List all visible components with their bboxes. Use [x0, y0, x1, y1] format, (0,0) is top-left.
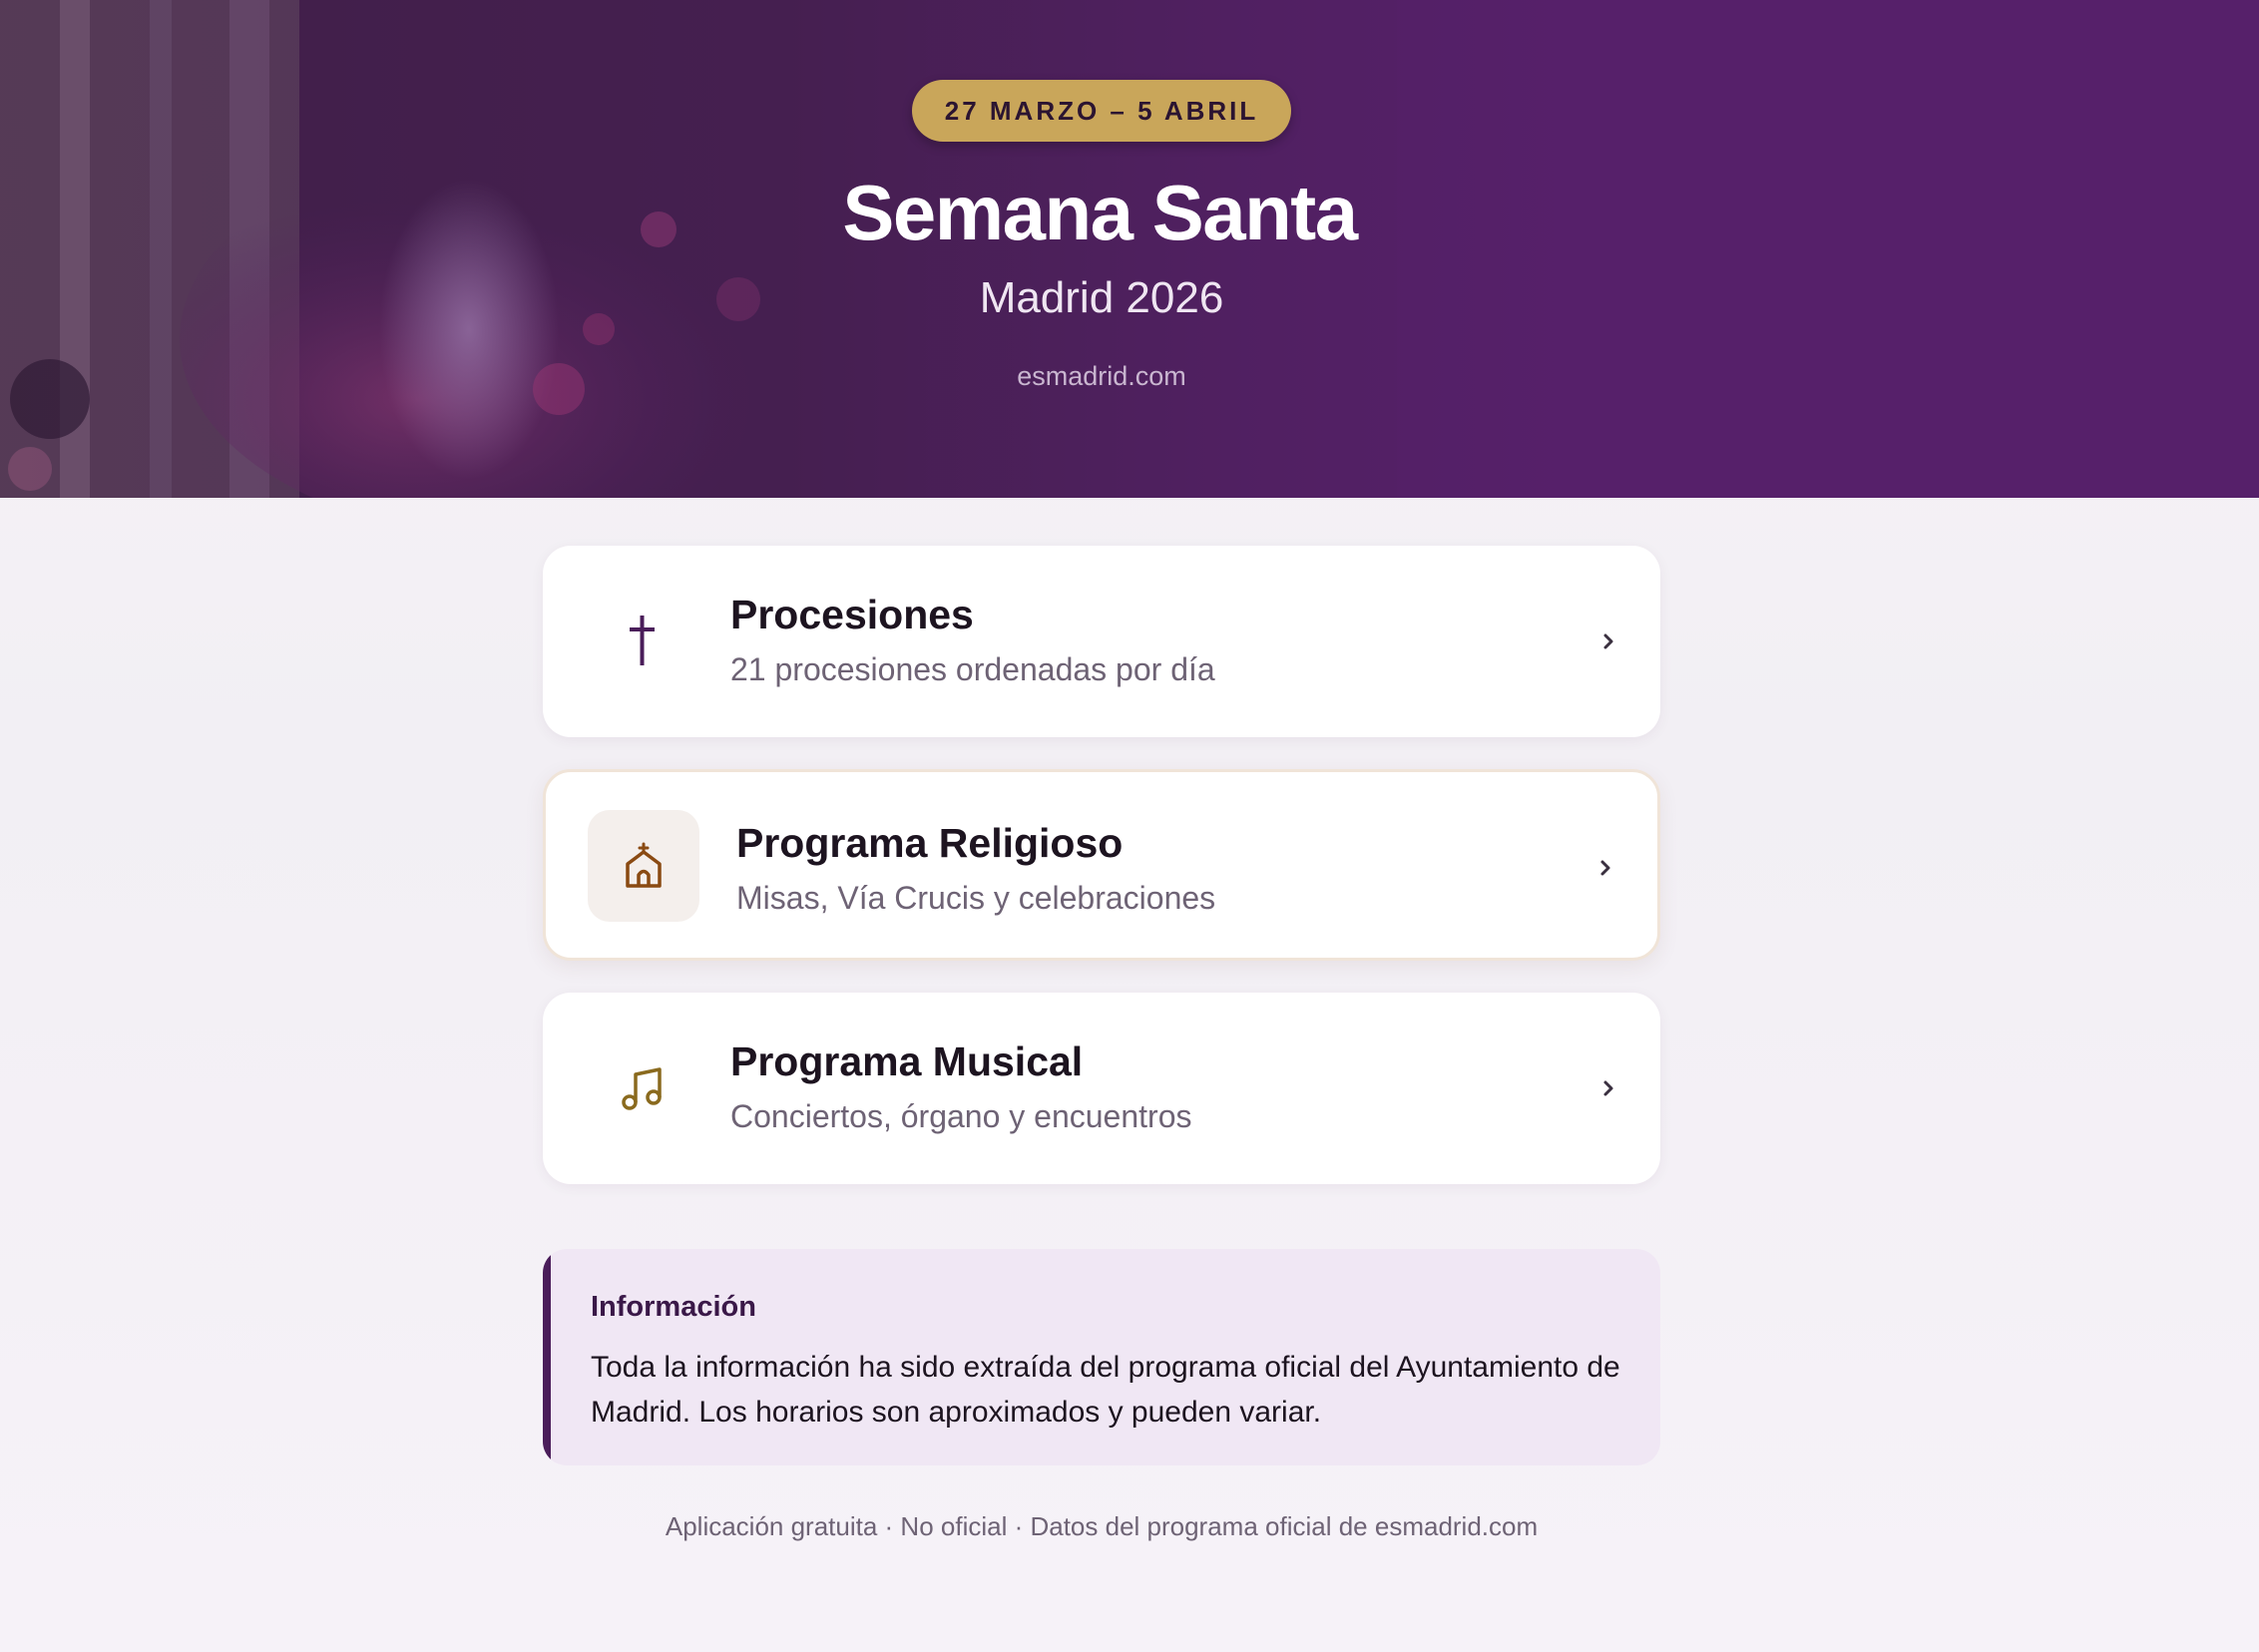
music-note-icon: [587, 1032, 698, 1144]
church-icon: [588, 810, 699, 922]
page-title: Semana Santa: [842, 169, 1358, 256]
card-programa-musical[interactable]: Programa Musical Conciertos, órgano y en…: [543, 993, 1660, 1184]
info-title: Información: [591, 1291, 756, 1323]
chevron-right-icon: [1594, 627, 1622, 655]
card-description: Misas, Vía Crucis y celebraciones: [736, 880, 1216, 916]
footer-text: Aplicación gratuita · No oficial · Datos…: [665, 1511, 1539, 1541]
hero-content: 27 MARZO – 5 ABRIL Semana Santa Madrid 2…: [0, 0, 2259, 498]
card-title: Procesiones: [730, 592, 974, 637]
info-accent-bar: [543, 1249, 551, 1465]
card-description: Conciertos, órgano y encuentros: [730, 1098, 1192, 1134]
card-procesiones[interactable]: Procesiones 21 procesiones ordenadas por…: [543, 546, 1660, 737]
cross-icon: [587, 586, 698, 697]
hero-banner: 27 MARZO – 5 ABRIL Semana Santa Madrid 2…: [0, 0, 2259, 498]
site-label: esmadrid.com: [1017, 361, 1186, 391]
info-box: Información Toda la información ha sido …: [543, 1249, 1660, 1465]
info-text: Toda la información ha sido extraída del…: [591, 1351, 1620, 1429]
card-title: Programa Musical: [730, 1038, 1084, 1084]
chevron-right-icon: [1594, 1074, 1622, 1102]
date-range-badge: 27 MARZO – 5 ABRIL: [912, 80, 1291, 142]
card-title: Programa Religioso: [736, 820, 1124, 866]
card-programa-religioso[interactable]: Programa Religioso Misas, Vía Crucis y c…: [543, 769, 1660, 961]
chevron-right-icon: [1591, 854, 1619, 882]
card-description: 21 procesiones ordenadas por día: [730, 651, 1215, 687]
page-subtitle: Madrid 2026: [979, 273, 1224, 322]
